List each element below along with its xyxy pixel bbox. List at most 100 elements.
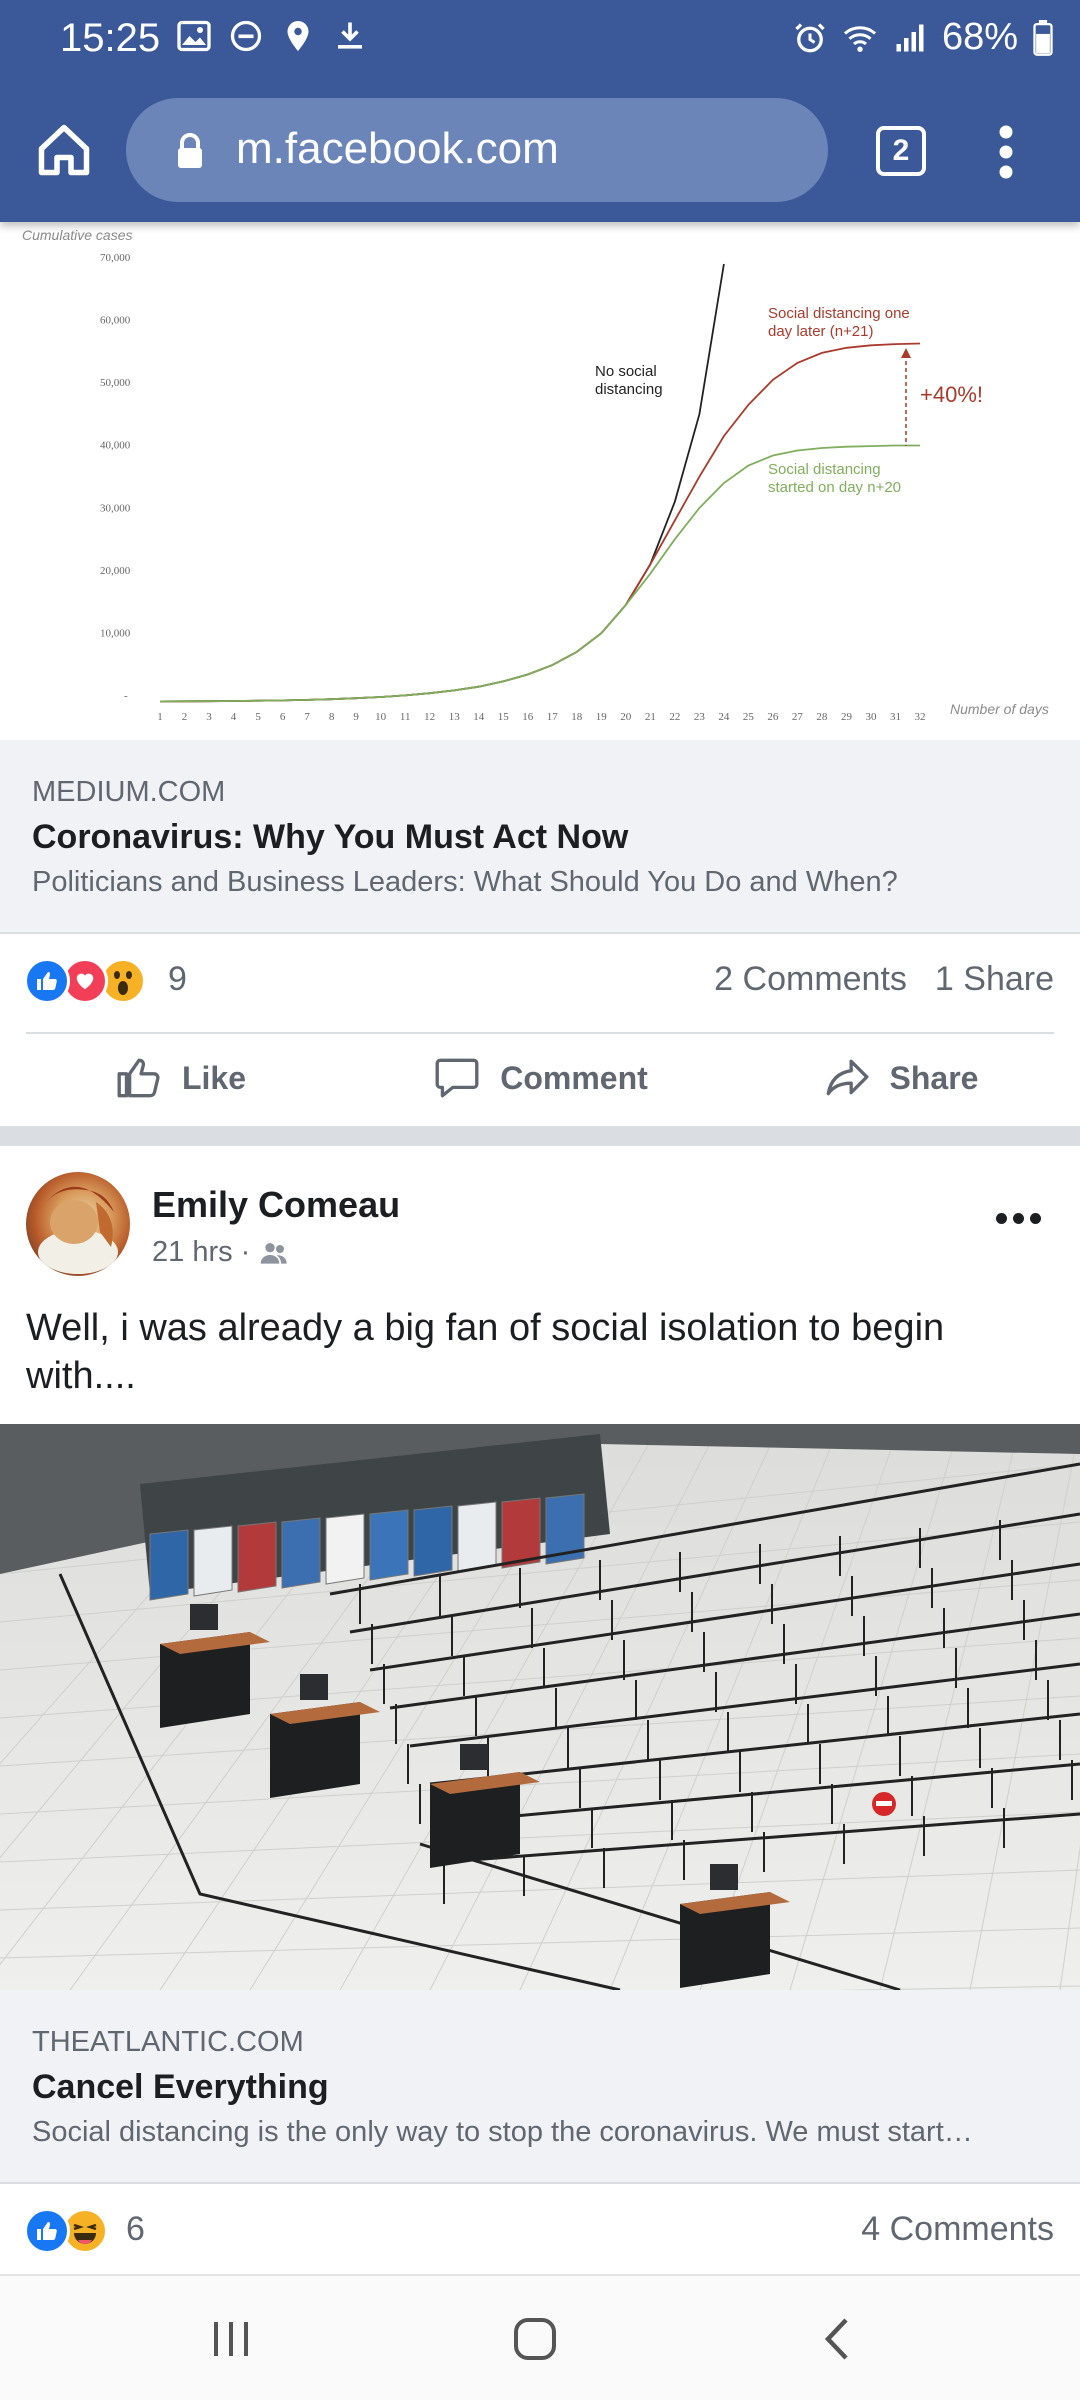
chart-ylabel: Cumulative cases <box>22 227 133 243</box>
monitor <box>710 1864 738 1890</box>
alarm-icon <box>795 22 825 52</box>
link-preview-medium[interactable]: MEDIUM.COM Coronavirus: Why You Must Act… <box>0 740 1080 934</box>
label-later-2: day later (n+21) <box>768 323 873 340</box>
signal-icon <box>896 24 924 51</box>
x-tick-label: 19 <box>596 711 608 723</box>
battery-icon <box>1033 19 1053 56</box>
link-title: Coronavirus: Why You Must Act Now <box>32 818 629 856</box>
like-label: Like <box>181 1059 247 1096</box>
home-icon[interactable] <box>34 120 94 180</box>
browser-chrome: 15:25 68% m.facebook.com 2 <box>0 0 1080 222</box>
post-author[interactable]: Emily Comeau <box>152 1184 400 1226</box>
link-preview-atlantic[interactable]: THEATLANTIC.COM Cancel Everything Social… <box>0 1990 1080 2184</box>
x-tick-label: 12 <box>424 711 435 723</box>
x-tick-label: 14 <box>473 711 485 723</box>
y-tick-label: 30,000 <box>100 502 131 514</box>
x-tick-label: 16 <box>522 711 534 723</box>
no-entry-bar <box>876 1801 892 1806</box>
label-no-sd-2: distancing <box>595 381 663 398</box>
link-description: Politicians and Business Leaders: What S… <box>32 866 898 898</box>
chart-annotation: +40%! <box>920 382 983 407</box>
overflow-menu-icon[interactable] <box>992 122 1020 182</box>
shares-count[interactable]: 1 Share <box>935 960 1054 999</box>
x-tick-label: 24 <box>718 711 730 723</box>
tab-switcher-button[interactable]: 2 <box>876 126 926 176</box>
label-started-2: started on day n+20 <box>768 479 901 496</box>
x-tick-label: 27 <box>792 711 804 723</box>
back-icon[interactable] <box>814 2314 864 2364</box>
reaction-summary[interactable]: 6 4 Comments <box>0 2184 1080 2282</box>
status-bar: 15:25 68% <box>0 0 1080 80</box>
address-bar[interactable]: m.facebook.com <box>126 98 828 202</box>
link-domain: THEATLANTIC.COM <box>32 2026 304 2058</box>
shared-chart-image[interactable]: Cumulative cases Number of days 70,000 60… <box>0 222 1080 740</box>
x-tick-label: 4 <box>231 711 237 723</box>
x-tick-label: 10 <box>375 711 387 723</box>
advertising-banner <box>193 1525 233 1597</box>
advertising-banner <box>413 1505 453 1577</box>
label-started-1: Social distancing <box>768 461 881 478</box>
x-tick-label: 29 <box>841 711 853 723</box>
gap-arrow-head <box>901 348 911 358</box>
series-line-1 <box>159 342 921 703</box>
advertising-banner <box>237 1521 277 1593</box>
post-time[interactable]: 21 hrs · <box>152 1236 250 1269</box>
x-tick-label: 25 <box>743 711 755 723</box>
post-meta: 21 hrs · <box>152 1236 290 1269</box>
reaction-icons <box>24 958 146 1004</box>
x-tick-label: 5 <box>255 711 261 723</box>
comments-count[interactable]: 2 Comments <box>714 960 907 999</box>
share-icon <box>826 1059 868 1096</box>
post-actions: Like Comment Share <box>0 1032 1080 1124</box>
gallery-icon <box>177 20 211 52</box>
avatar[interactable] <box>26 1172 130 1276</box>
y-tick-label: 20,000 <box>100 565 131 577</box>
x-tick-label: 21 <box>645 711 656 723</box>
share-label: Share <box>889 1059 979 1096</box>
y-tick-label: - <box>124 690 128 702</box>
like-button[interactable]: Like <box>0 1032 360 1124</box>
airport-photo[interactable] <box>0 1424 1080 1990</box>
cumulative-cases-chart: Cumulative cases Number of days 70,000 60… <box>22 227 1049 723</box>
share-button[interactable]: Share <box>720 1032 1080 1124</box>
x-tick-label: 32 <box>915 711 926 723</box>
avatar-photo <box>38 1186 118 1274</box>
x-tick-label: 6 <box>280 711 286 723</box>
comment-button[interactable]: Comment <box>360 1032 720 1124</box>
link-title: Cancel Everything <box>32 2068 329 2106</box>
advertising-banner <box>149 1529 189 1601</box>
download-icon <box>338 22 362 49</box>
monitor <box>300 1674 328 1700</box>
post-options-icon[interactable] <box>996 1200 1052 1236</box>
x-tick-label: 18 <box>571 711 583 723</box>
wifi-icon <box>843 25 876 52</box>
recent-apps-icon[interactable] <box>206 2314 256 2364</box>
link-domain: MEDIUM.COM <box>32 776 226 808</box>
reaction-icons <box>24 2208 108 2254</box>
y-tick-label: 50,000 <box>100 377 131 389</box>
like-reaction-icon <box>24 958 70 1004</box>
address-bar-row: m.facebook.com 2 <box>0 92 1080 212</box>
advertising-banner <box>457 1501 497 1573</box>
x-tick-label: 15 <box>498 711 510 723</box>
home-nav-icon[interactable] <box>510 2314 560 2364</box>
lock-icon <box>178 133 202 168</box>
x-tick-label: 8 <box>329 711 335 723</box>
x-tick-label: 22 <box>669 711 680 723</box>
label-later-1: Social distancing one <box>768 305 910 322</box>
x-tick-label: 28 <box>816 711 828 723</box>
url-text: m.facebook.com <box>236 124 559 173</box>
x-tick-label: 17 <box>547 711 559 723</box>
y-tick-label: 10,000 <box>100 627 131 639</box>
status-time: 15:25 <box>60 16 161 60</box>
comment-label: Comment <box>500 1059 648 1096</box>
advertising-banner <box>325 1513 365 1585</box>
y-tick-label: 60,000 <box>100 315 131 327</box>
monitor <box>460 1744 488 1770</box>
reaction-count: 9 <box>168 960 187 998</box>
battery-percent: 68% <box>941 16 1018 58</box>
reaction-summary[interactable]: 9 2 Comments 1 Share <box>0 934 1080 1032</box>
post-text: Well, i was already a big fan of social … <box>26 1307 945 1397</box>
comments-count[interactable]: 4 Comments <box>861 2210 1054 2249</box>
comment-icon <box>435 1058 479 1098</box>
